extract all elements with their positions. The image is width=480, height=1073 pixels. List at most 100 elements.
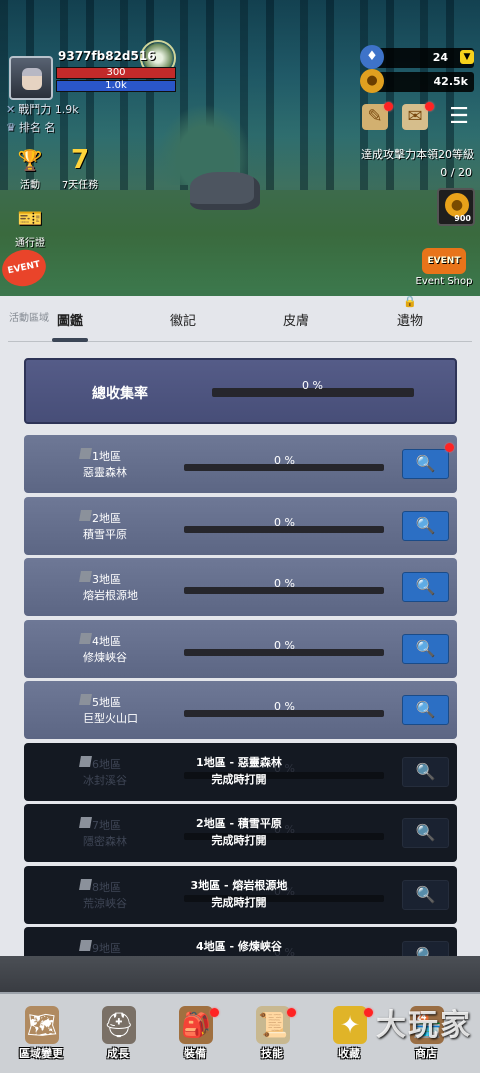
search-icon: 🔍 [402,879,449,910]
region-gem-icon [79,940,92,951]
pass-button[interactable]: 🎫 通行證 [8,204,52,249]
region-pct: 0 % [274,700,295,713]
nav-label: 裝備 [184,1047,206,1060]
region-name: 荒涼峽谷 [83,896,127,910]
add-gem-button[interactable]: ▼ [460,50,474,64]
region-name: 積雪平原 [83,527,127,541]
region-row: 6地區 冰封溪谷 0 % 🔍 1地區 - 惡靈森林 完成時打開 [24,742,457,801]
nav-label: 技能 [261,1047,283,1060]
plant-decoration [150,95,260,185]
region-list: 1地區 惡靈森林 0 % 🔍 2地區 積雪平原 0 % 🔍 3地區 熔岩根源地 … [24,435,457,956]
region-gem-icon [79,755,92,767]
region-number: 2地區 [92,511,121,525]
unlock-region: 4地區 - 修煉峽谷 [196,940,282,953]
mp-bar: 1.0k [56,80,176,92]
region-number: 8地區 [92,880,121,894]
coin-reward-button[interactable]: ● 900 [437,188,475,226]
menu-icon[interactable]: ☰ [446,104,472,130]
region-number: 5地區 [92,696,121,709]
region-row: 9地區 0 % 🔍 4地區 - 修煉峽谷 [24,927,457,956]
unlock-condition: 2地區 - 積雪平原 完成時打開 [124,815,354,849]
seven-icon: 7 [70,145,90,175]
region-name: 修煉峽谷 [83,650,127,664]
region-pct: 0 % [274,577,295,590]
region-gem-icon [79,632,92,644]
crown-icon: ♛ [6,121,16,134]
search-icon[interactable]: 🔍 [402,695,449,725]
lock-icon: 🔒 [403,296,417,308]
rock-decoration [190,172,260,210]
activity-label: 活動 [20,180,40,191]
trophy-icon: 🏆 [17,148,43,172]
region-pct: 0 % [274,515,295,529]
helmet-icon: ⛑ [102,1006,136,1044]
region-number: 3地區 [92,573,121,586]
nav-map[interactable]: 🗺 區域變更 [8,994,74,1073]
mail-icon[interactable]: ✉ [402,104,428,130]
search-icon[interactable]: 🔍 [402,449,449,479]
region-row: 8地區 荒涼峽谷 0 % 🔍 3地區 - 熔岩根源地 完成時打開 [24,865,457,924]
region-row: 5地區 巨型火山口 0 % 🔍 [24,681,457,739]
region-row: 2地區 積雪平原 0 % 🔍 [24,496,457,555]
gold-value: 42.5k [433,75,468,88]
gem-counter: ♦ 24 [360,45,474,69]
region-name: 隱密森林 [83,835,127,848]
region-name: 巨型火山口 [83,712,138,725]
region-number: 6地區 [92,757,121,771]
total-collection-pct: 0 % [302,379,323,392]
rank: ♛ 排名 名 [6,119,55,135]
search-icon: 🔍 [402,941,449,956]
tab-skin[interactable]: 皮膚 [256,310,336,329]
gold-coin-icon: ● [360,69,384,93]
active-tab-indicator [52,338,88,342]
unlock-text: 完成時打開 [211,772,267,786]
panel-bottom-bar [0,956,480,992]
search-icon[interactable]: 🔍 [402,572,449,602]
region-gem-icon [79,509,92,521]
combat-power: ✕ 戰鬥力 1.9k [6,101,79,117]
region-gem-icon [79,817,92,828]
region-row: 7地區 隱密森林 0 % 🔍 2地區 - 積雪平原 完成時打開 [24,804,457,862]
region-name: 冰封溪谷 [83,773,127,787]
watermark: 大玩家 [376,1008,472,1043]
seven-day-quest-button[interactable]: 7 7天任務 [58,146,102,191]
search-icon[interactable]: 🔍 [402,510,449,541]
player-avatar[interactable] [9,56,53,100]
nav-badge [364,1008,373,1017]
power-value: 1.9k [54,103,79,116]
event-shop-label: Event Shop [415,276,473,287]
scroll-badge [384,102,393,111]
power-label: 戰鬥力 [18,103,52,116]
region-number: 4地區 [92,634,121,648]
coin-reward-value: 900 [454,214,471,223]
activity-button[interactable]: 🏆 活動 [8,146,52,191]
search-icon[interactable]: 🔍 [402,633,449,664]
gem-value: 24 [432,51,448,64]
tab-codex[interactable]: 圖鑑 [30,310,110,329]
ticket-icon: 🎫 [17,206,43,230]
tab-emblem[interactable]: 徽記 [143,310,223,329]
avatar-face [22,68,42,90]
nav-helmet[interactable]: ⛑ 成長 [85,994,151,1073]
quest-progress: 0 / 20 [440,166,472,179]
nav-scroll[interactable]: 📜 技能 [239,994,305,1073]
nav-backpack[interactable]: 🎒 裝備 [162,994,228,1073]
unlock-condition: 3地區 - 熔岩根源地 完成時打開 [124,877,354,911]
search-icon: 🔍 [402,818,449,848]
sword-icon: ✕ [6,103,16,116]
mail-badge [425,102,434,111]
map-icon: 🗺 [25,1006,59,1044]
nav-badge [210,1008,219,1017]
quest-text[interactable]: 達成攻擊力本領20等級 [361,146,474,162]
search-icon: 🔍 [402,756,449,787]
unlock-condition: 4地區 - 修煉峽谷 [124,938,354,955]
nav-collection[interactable]: ✦ 收藏 [316,994,382,1073]
gold-counter: ● 42.5k [360,69,474,93]
collection-icon: ✦ [333,1006,367,1044]
region-row: 1地區 惡靈森林 0 % 🔍 [24,435,457,493]
tab-relic[interactable]: 🔒 遺物 [370,296,450,329]
region-name: 惡靈森林 [83,466,127,479]
tab-relic-label: 遺物 [396,314,423,329]
unlock-region: 3地區 - 熔岩根源地 [190,878,288,892]
event-shop-button[interactable]: EVENT Event Shop [412,248,476,287]
